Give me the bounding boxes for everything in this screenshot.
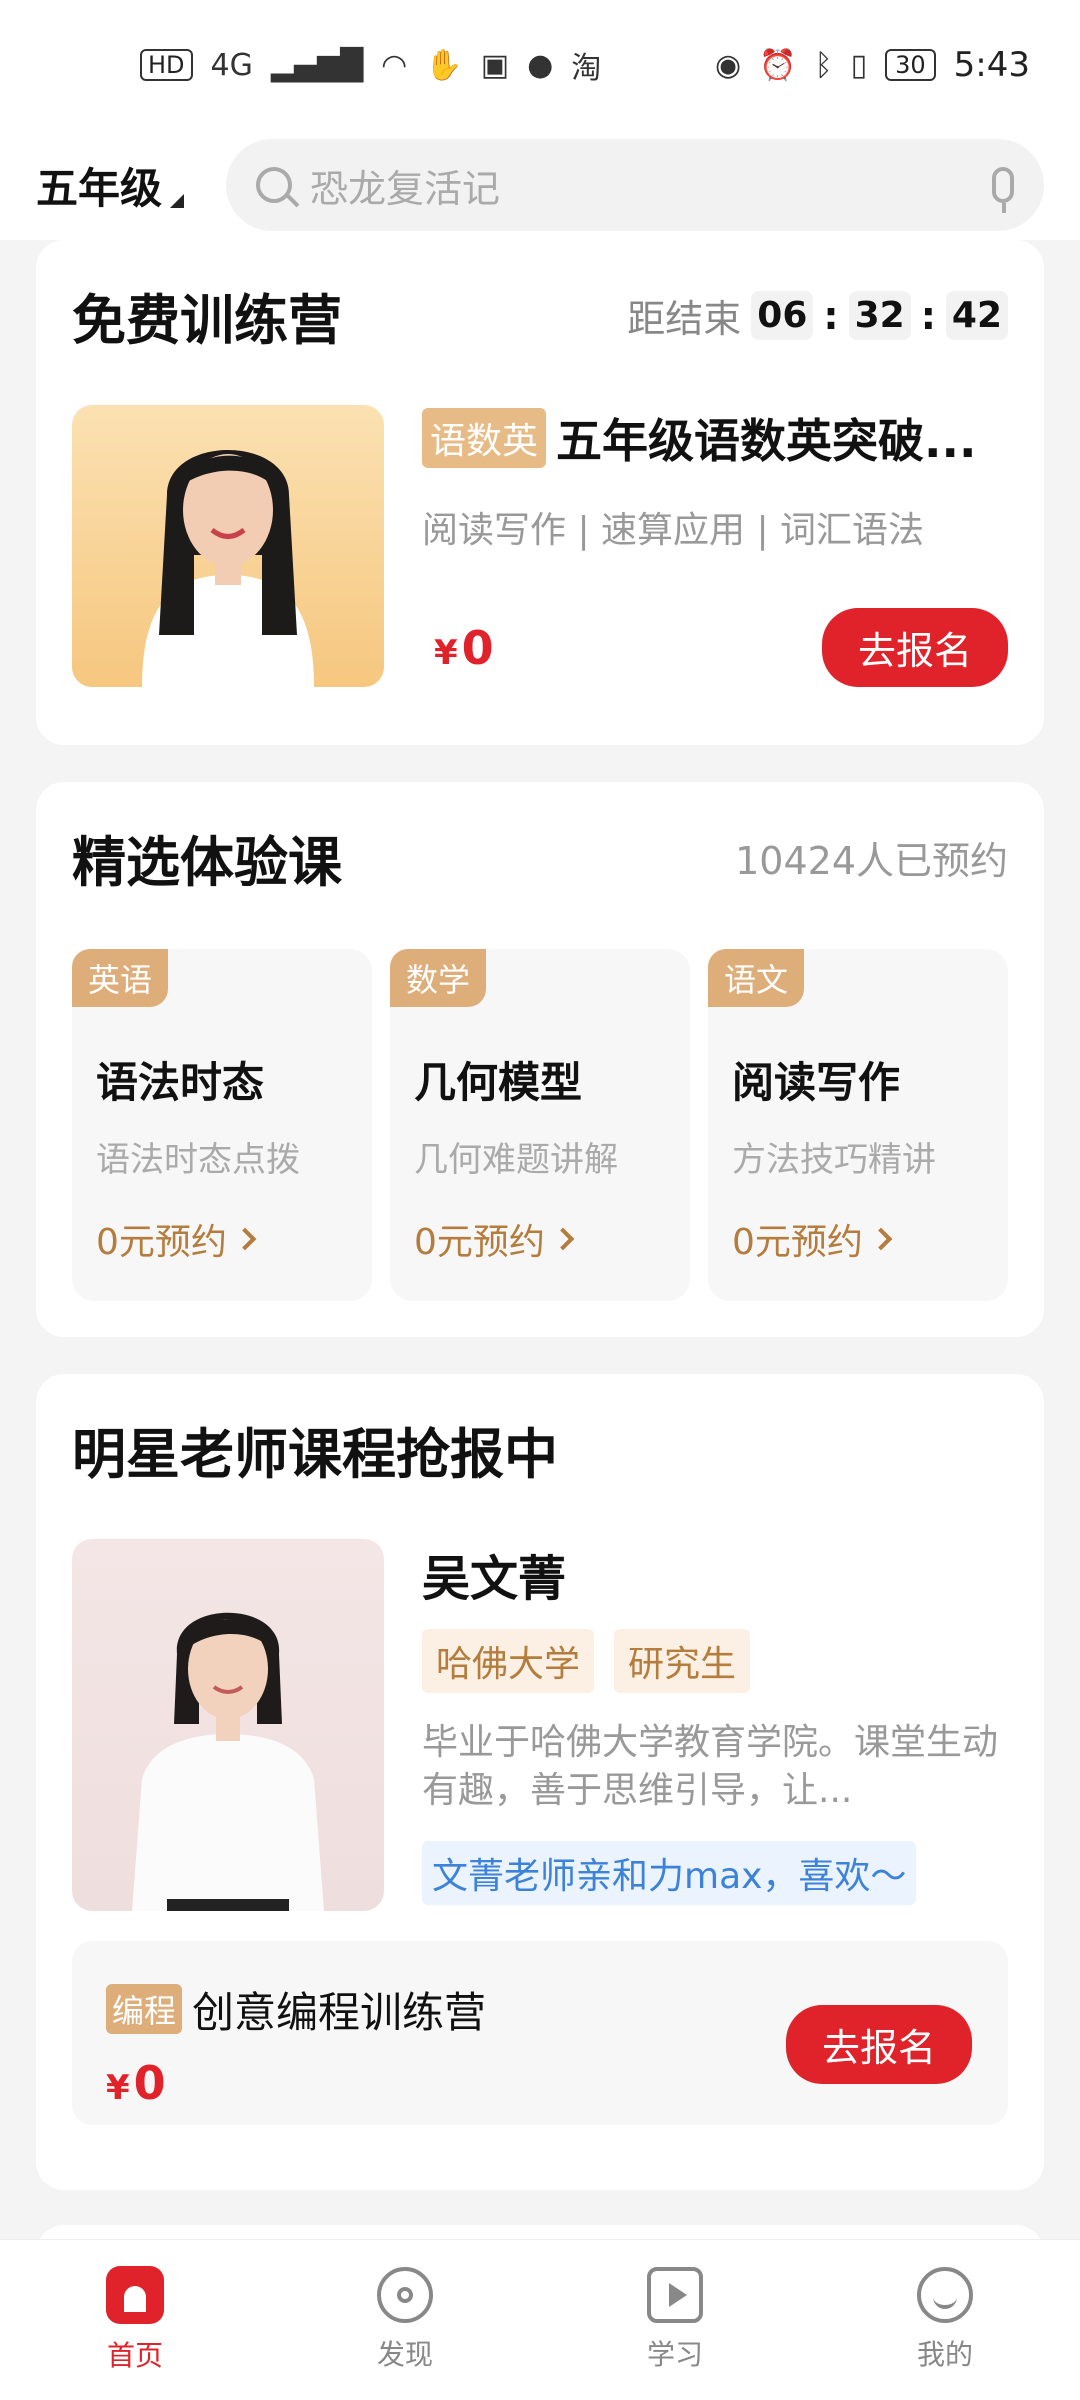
trial-item-title: 几何模型 (414, 1058, 583, 1107)
mine-icon (917, 2267, 973, 2323)
reserve-label: 0元预约 (414, 1222, 545, 1263)
teacher-course-price: ¥0 (106, 2056, 486, 2110)
teacher-description: 毕业于哈佛大学教育学院。课堂生动有趣，善于思维引导，让... (422, 1722, 999, 1811)
subject-tag: 英语 (72, 949, 169, 1007)
subject-tag: 语数英 (422, 408, 547, 468)
home-icon (106, 2266, 164, 2324)
teacher-photo (72, 405, 384, 687)
price-value: 0 (461, 620, 494, 675)
trial-courses-card: 精选体验课 10424人已预约 英语 语法时态 语法时态点拨 0元预约 数学 几… (36, 782, 1044, 1337)
reserve-label: 0元预约 (732, 1222, 863, 1263)
chevron-right-icon (551, 1227, 575, 1251)
tab-label: 学习 (646, 2338, 703, 2371)
tab-label: 发现 (376, 2338, 433, 2371)
trial-item-math[interactable]: 数学 几何模型 几何难题讲解 0元预约 (390, 949, 690, 1301)
teacher-tag-school: 哈佛大学 (422, 1629, 595, 1693)
trial-item-subtitle: 方法技巧精讲 (732, 1140, 936, 1180)
teacher-name: 吴文菁 (422, 1551, 567, 1607)
hand-icon: ✋ (425, 47, 463, 83)
chevron-right-icon (233, 1227, 257, 1251)
tab-home[interactable]: 首页 (35, 2266, 235, 2374)
countdown-seconds: 42 (945, 291, 1008, 340)
discover-icon (377, 2267, 433, 2323)
search-bar[interactable]: 恐龙复活记 (226, 139, 1044, 231)
reserve-link[interactable]: 0元预约 (96, 1213, 348, 1265)
hd-icon: HD (140, 49, 193, 81)
chevron-right-icon (869, 1227, 893, 1251)
course-subtitle: 阅读写作 | 速算应用 | 词汇语法 (422, 510, 925, 551)
search-input[interactable]: 恐龙复活记 (310, 158, 974, 213)
teacher-course-title: 创意编程训练营 (192, 1987, 487, 2037)
tab-label: 首页 (106, 2339, 163, 2372)
trial-item-english[interactable]: 英语 语法时态 语法时态点拨 0元预约 (72, 949, 372, 1301)
alarm-icon: ⏰ (759, 47, 797, 83)
trial-item-subtitle: 几何难题讲解 (414, 1140, 618, 1180)
microphone-icon[interactable] (992, 167, 1014, 213)
subject-tag: 编程 (106, 1984, 183, 2034)
tab-study[interactable]: 学习 (575, 2267, 775, 2373)
bluetooth-icon: ᛒ (814, 47, 833, 83)
price-symbol: ¥ (106, 2067, 130, 2108)
status-left: HD 4G ▂▄▆█ ◠ ✋ ▣ ● 淘 (140, 43, 601, 87)
reserve-label: 0元预约 (96, 1222, 227, 1263)
study-icon (647, 2267, 703, 2323)
battery-icon: 30 (885, 49, 936, 81)
countdown-minutes: 32 (848, 291, 911, 340)
teacher-course[interactable]: 编程 创意编程训练营 ¥0 去报名 (72, 1941, 1008, 2125)
status-bar: HD 4G ▂▄▆█ ◠ ✋ ▣ ● 淘 ◉ ⏰ ᛒ ▯ 30 5:43 (0, 0, 1080, 130)
reserve-link[interactable]: 0元预约 (414, 1213, 666, 1265)
grade-selector[interactable]: 五年级 (36, 155, 226, 216)
free-camp-title: 免费训练营 (72, 289, 342, 352)
teacher-profile[interactable]: 吴文菁 哈佛大学 研究生 毕业于哈佛大学教育学院。课堂生动有趣，善于思维引导，让… (72, 1539, 1008, 1911)
vibrate-icon: ▯ (850, 47, 868, 83)
price-value: 0 (133, 2055, 166, 2110)
countdown-separator: : (823, 293, 839, 338)
tab-label: 我的 (916, 2338, 973, 2371)
course-price: ¥0 (434, 621, 494, 675)
tab-mine[interactable]: 我的 (845, 2267, 1045, 2373)
header: 五年级 恐龙复活记 (0, 130, 1080, 240)
price-symbol: ¥ (434, 632, 458, 673)
countdown-separator: : (920, 293, 936, 338)
countdown: 距结束 06 : 32 : 42 (627, 288, 1008, 343)
tab-discover[interactable]: 发现 (305, 2267, 505, 2373)
eye-icon: ◉ (715, 47, 742, 83)
cellular-icon: 4G (210, 47, 253, 83)
countdown-label: 距结束 (627, 297, 742, 341)
subject-tag: 数学 (390, 949, 487, 1007)
teacher-tag-degree: 研究生 (614, 1629, 751, 1693)
trial-list: 英语 语法时态 语法时态点拨 0元预约 数学 几何模型 几何难题讲解 0元预约 … (72, 949, 1008, 1301)
star-teacher-title: 明星老师课程抢报中 (72, 1423, 558, 1486)
trial-item-title: 语法时态 (96, 1058, 265, 1107)
free-course[interactable]: 语数英 五年级语数英突破... 阅读写作 | 速算应用 | 词汇语法 ¥0 去报… (72, 405, 1008, 687)
trial-item-title: 阅读写作 (732, 1058, 901, 1107)
wifi-icon: ◠ (381, 47, 408, 83)
signal-icon: ▂▄▆█ (270, 47, 364, 83)
enroll-button[interactable]: 去报名 (821, 608, 1008, 687)
search-icon (256, 167, 292, 203)
teacher-photo (72, 1539, 384, 1911)
free-camp-card: 免费训练营 距结束 06 : 32 : 42 语数英 五年级语数英突破... 阅… (36, 240, 1044, 745)
teacher-quote: 文菁老师亲和力max，喜欢～ (422, 1841, 917, 1905)
trial-item-subtitle: 语法时态点拨 (96, 1140, 300, 1180)
countdown-hours: 06 (751, 291, 814, 340)
enroll-button[interactable]: 去报名 (785, 2004, 972, 2084)
trial-title: 精选体验课 (72, 831, 342, 894)
teacher-tags: 哈佛大学 研究生 (422, 1629, 1008, 1693)
status-time: 5:43 (953, 45, 1030, 85)
message-icon: ● (527, 47, 554, 83)
reservation-count: 10424人已预约 (735, 839, 1008, 883)
app-icon: ▣ (480, 47, 510, 83)
taobao-icon: 淘 (571, 51, 602, 86)
status-right: ◉ ⏰ ᛒ ▯ 30 5:43 (715, 45, 1030, 85)
bottom-tab-bar: 首页 发现 学习 我的 (0, 2239, 1080, 2400)
trial-item-chinese[interactable]: 语文 阅读写作 方法技巧精讲 0元预约 (708, 949, 1008, 1301)
caret-down-icon (170, 193, 185, 208)
course-title: 五年级语数英突破... (556, 414, 977, 468)
star-teacher-card: 明星老师课程抢报中 吴文菁 哈佛大学 研究生 毕业于哈佛大学教育学院。课堂生动有… (36, 1374, 1044, 2190)
subject-tag: 语文 (708, 949, 805, 1007)
reserve-link[interactable]: 0元预约 (732, 1213, 984, 1265)
grade-label: 五年级 (36, 163, 163, 213)
